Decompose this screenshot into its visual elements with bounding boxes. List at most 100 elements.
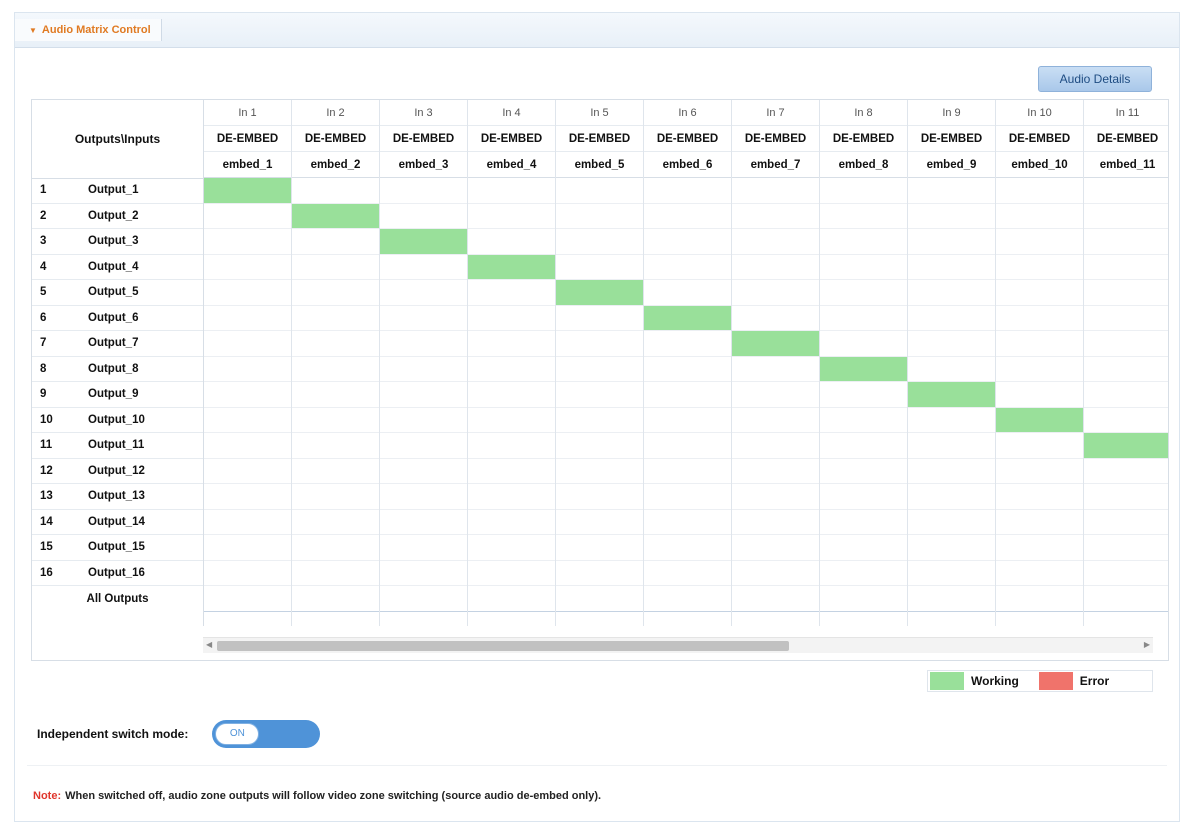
route-cell[interactable] xyxy=(204,306,291,331)
route-cell[interactable] xyxy=(556,484,643,510)
route-cell-active[interactable] xyxy=(556,280,643,306)
route-cell[interactable] xyxy=(908,280,995,306)
route-cell[interactable] xyxy=(292,229,379,255)
route-cell[interactable] xyxy=(380,255,467,280)
route-cell[interactable] xyxy=(644,408,731,433)
route-cell[interactable] xyxy=(556,255,643,280)
route-cell[interactable] xyxy=(908,510,995,535)
route-cell[interactable] xyxy=(292,484,379,510)
route-cell[interactable] xyxy=(644,382,731,408)
route-cell[interactable] xyxy=(204,280,291,306)
route-cell[interactable] xyxy=(1084,561,1168,586)
route-cell[interactable] xyxy=(468,535,555,561)
route-cell[interactable] xyxy=(820,255,907,280)
route-cell[interactable] xyxy=(732,306,819,331)
all-outputs-cell[interactable] xyxy=(468,586,555,612)
route-cell[interactable] xyxy=(204,510,291,535)
route-cell[interactable] xyxy=(1084,306,1168,331)
route-cell[interactable] xyxy=(380,459,467,484)
route-cell[interactable] xyxy=(292,561,379,586)
route-cell-active[interactable] xyxy=(732,331,819,357)
route-cell[interactable] xyxy=(380,357,467,382)
route-cell[interactable] xyxy=(644,229,731,255)
route-cell[interactable] xyxy=(380,433,467,459)
route-cell[interactable] xyxy=(468,561,555,586)
route-cell-active[interactable] xyxy=(820,356,907,382)
route-cell-active[interactable] xyxy=(204,178,291,204)
toggle-knob[interactable]: ON xyxy=(215,723,260,745)
route-cell[interactable] xyxy=(380,178,467,204)
route-cell[interactable] xyxy=(556,510,643,535)
route-cell[interactable] xyxy=(732,561,819,586)
chevron-down-icon[interactable]: ▼ xyxy=(29,20,37,42)
route-cell[interactable] xyxy=(204,382,291,408)
route-cell[interactable] xyxy=(732,357,819,382)
route-cell[interactable] xyxy=(292,433,379,459)
route-cell[interactable] xyxy=(820,178,907,204)
panel-title-tab[interactable]: ▼ Audio Matrix Control xyxy=(15,19,162,41)
route-cell[interactable] xyxy=(1084,459,1168,484)
route-cell[interactable] xyxy=(468,331,555,357)
route-cell[interactable] xyxy=(908,204,995,229)
route-cell[interactable] xyxy=(732,408,819,433)
route-cell[interactable] xyxy=(556,561,643,586)
route-cell[interactable] xyxy=(292,306,379,331)
route-cell-active[interactable] xyxy=(380,229,467,255)
route-cell[interactable] xyxy=(996,306,1083,331)
route-cell[interactable] xyxy=(1084,178,1168,204)
route-cell[interactable] xyxy=(732,229,819,255)
route-cell[interactable] xyxy=(556,433,643,459)
route-cell[interactable] xyxy=(556,178,643,204)
route-cell[interactable] xyxy=(292,408,379,433)
route-cell[interactable] xyxy=(996,484,1083,510)
route-cell[interactable] xyxy=(204,255,291,280)
route-cell[interactable] xyxy=(380,382,467,408)
route-cell[interactable] xyxy=(996,535,1083,561)
route-cell[interactable] xyxy=(468,382,555,408)
route-cell[interactable] xyxy=(468,357,555,382)
route-cell[interactable] xyxy=(732,178,819,204)
route-cell[interactable] xyxy=(380,561,467,586)
route-cell[interactable] xyxy=(732,510,819,535)
route-cell[interactable] xyxy=(204,459,291,484)
route-cell[interactable] xyxy=(908,561,995,586)
route-cell[interactable] xyxy=(996,229,1083,255)
route-cell[interactable] xyxy=(996,561,1083,586)
route-cell[interactable] xyxy=(732,204,819,229)
route-cell[interactable] xyxy=(1084,229,1168,255)
route-cell[interactable] xyxy=(644,357,731,382)
route-cell[interactable] xyxy=(732,255,819,280)
independent-switch-toggle[interactable]: ON xyxy=(212,720,321,748)
route-cell[interactable] xyxy=(908,178,995,204)
route-cell[interactable] xyxy=(292,280,379,306)
route-cell[interactable] xyxy=(292,535,379,561)
route-cell[interactable] xyxy=(644,331,731,357)
route-cell[interactable] xyxy=(292,510,379,535)
route-cell[interactable] xyxy=(556,459,643,484)
route-cell[interactable] xyxy=(644,204,731,229)
route-cell[interactable] xyxy=(556,535,643,561)
route-cell[interactable] xyxy=(468,408,555,433)
route-cell[interactable] xyxy=(292,382,379,408)
route-cell[interactable] xyxy=(1084,357,1168,382)
route-cell[interactable] xyxy=(644,178,731,204)
route-cell[interactable] xyxy=(204,484,291,510)
route-cell[interactable] xyxy=(820,204,907,229)
route-cell[interactable] xyxy=(292,331,379,357)
route-cell[interactable] xyxy=(732,433,819,459)
route-cell[interactable] xyxy=(292,178,379,204)
route-cell[interactable] xyxy=(556,357,643,382)
route-cell[interactable] xyxy=(908,306,995,331)
route-cell[interactable] xyxy=(732,535,819,561)
route-cell[interactable] xyxy=(1084,510,1168,535)
route-cell[interactable] xyxy=(1084,204,1168,229)
route-cell[interactable] xyxy=(468,433,555,459)
all-outputs-cell[interactable] xyxy=(732,586,819,612)
route-cell[interactable] xyxy=(292,255,379,280)
route-cell[interactable] xyxy=(204,204,291,229)
route-cell[interactable] xyxy=(380,306,467,331)
route-cell[interactable] xyxy=(820,510,907,535)
route-cell[interactable] xyxy=(820,561,907,586)
route-cell[interactable] xyxy=(644,561,731,586)
route-cell[interactable] xyxy=(908,408,995,433)
